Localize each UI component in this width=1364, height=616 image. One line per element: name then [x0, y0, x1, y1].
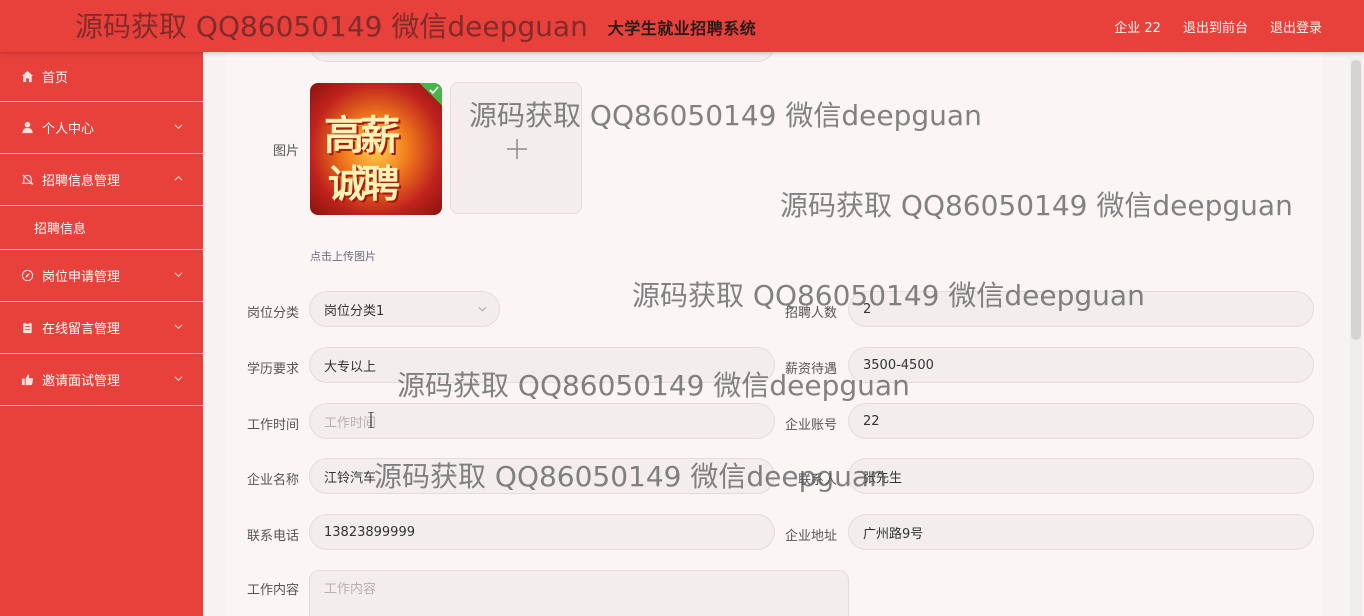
text-cursor-icon	[368, 412, 374, 428]
address-label: 企业地址	[784, 529, 837, 544]
headcount-label: 招聘人数	[784, 306, 837, 321]
category-label: 岗位分类	[246, 306, 299, 321]
education-value: 大专以上	[324, 359, 377, 375]
chevron-down-icon	[174, 376, 183, 382]
address-input[interactable]: 广州路9号	[848, 514, 1314, 550]
scrollbar-thumb[interactable]	[1351, 60, 1361, 340]
user-icon	[20, 121, 34, 135]
sidebar-item-label: 招聘信息管理	[42, 174, 121, 189]
account-label: 企业账号	[784, 418, 837, 433]
upload-hint: 点击上传图片	[310, 250, 376, 263]
contact-input[interactable]: 张先生	[848, 458, 1314, 494]
phone-label: 联系电话	[246, 529, 299, 544]
education-input[interactable]: 大专以上	[309, 347, 775, 383]
company-label: 企业名称	[246, 473, 299, 488]
sidebar-item-label: 招聘信息	[34, 222, 87, 237]
uploaded-image[interactable]: 高薪 诚聘	[310, 83, 442, 215]
content-placeholder: 工作内容	[324, 582, 377, 597]
sidebar-item-message-management[interactable]: 在线留言管理	[0, 302, 203, 354]
plus-icon	[507, 139, 527, 159]
sidebar-item-interview-management[interactable]: 邀请面试管理	[0, 354, 203, 406]
image-text-bottom: 诚聘	[328, 161, 400, 206]
image-upload-button[interactable]	[450, 82, 582, 214]
worktime-input[interactable]: 工作时间	[309, 403, 775, 439]
account-value: 22	[863, 413, 880, 429]
company-value: 江铃汽车	[324, 470, 377, 486]
education-label: 学历要求	[246, 362, 299, 377]
salary-input[interactable]: 3500-4500	[848, 347, 1314, 383]
account-link[interactable]: 企业 22	[1114, 17, 1161, 36]
sidebar-item-job-info[interactable]: 招聘信息	[0, 206, 203, 250]
content-label: 工作内容	[246, 583, 299, 598]
sidebar: 首页 个人中心 招聘信息管理 招聘信息 岗位申请管理 在线留言管理 邀请面试管理	[0, 52, 203, 616]
sidebar-item-label: 邀请面试管理	[42, 374, 121, 389]
clipboard-icon	[20, 321, 34, 335]
sidebar-item-label: 首页	[42, 71, 69, 86]
header-nav: 企业 22 退出到前台 退出登录	[1114, 17, 1322, 36]
top-header: 大学生就业招聘系统 企业 22 退出到前台 退出登录	[0, 0, 1364, 52]
image-label: 图片	[272, 144, 299, 159]
company-input[interactable]: 江铃汽车	[309, 458, 775, 494]
sidebar-item-home[interactable]: 首页	[0, 52, 203, 102]
worktime-label: 工作时间	[246, 418, 299, 433]
account-input[interactable]: 22	[848, 403, 1314, 439]
chevron-down-icon	[174, 324, 183, 330]
contact-label: 联系人	[797, 473, 837, 488]
sidebar-item-application-management[interactable]: 岗位申请管理	[0, 250, 203, 302]
bell-off-icon	[20, 173, 34, 187]
chevron-down-icon	[174, 272, 183, 278]
sidebar-item-profile[interactable]: 个人中心	[0, 102, 203, 154]
chevron-down-icon	[478, 306, 487, 312]
chevron-up-icon	[174, 175, 183, 181]
phone-value: 13823899999	[324, 524, 415, 540]
category-value: 岗位分类1	[324, 303, 385, 319]
contact-value: 张先生	[863, 470, 903, 486]
logout-link[interactable]: 退出登录	[1270, 17, 1322, 36]
chevron-down-icon	[174, 124, 183, 130]
salary-value: 3500-4500	[863, 357, 934, 373]
scrollbar[interactable]	[1350, 58, 1362, 616]
phone-input[interactable]: 13823899999	[309, 514, 775, 550]
headcount-input[interactable]: 2	[848, 291, 1314, 327]
category-select[interactable]: 岗位分类1	[309, 291, 500, 327]
sidebar-item-label: 岗位申请管理	[42, 270, 121, 285]
sidebar-item-job-info-management[interactable]: 招聘信息管理	[0, 154, 203, 206]
content-textarea[interactable]: 工作内容	[309, 570, 849, 616]
check-icon	[429, 86, 439, 95]
compass-icon	[20, 269, 34, 283]
sidebar-item-label: 个人中心	[42, 122, 95, 137]
headcount-value: 2	[863, 301, 872, 317]
home-icon	[20, 70, 34, 84]
sidebar-item-label: 在线留言管理	[42, 322, 121, 337]
thumb-up-icon	[20, 373, 34, 387]
back-to-front-link[interactable]: 退出到前台	[1183, 17, 1248, 36]
salary-label: 薪资待遇	[784, 362, 837, 377]
address-value: 广州路9号	[863, 526, 924, 542]
